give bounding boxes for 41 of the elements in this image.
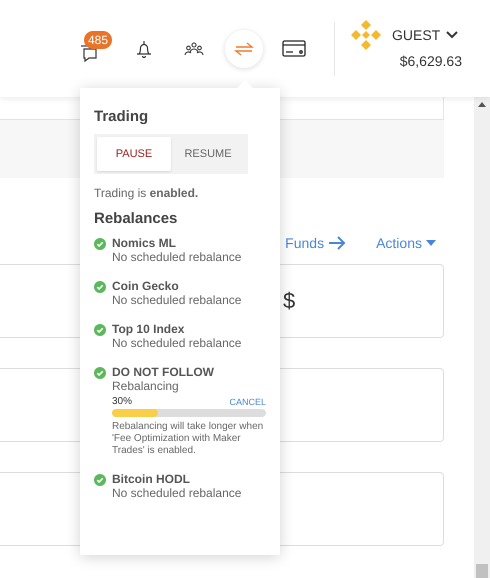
swap-icon xyxy=(234,40,254,56)
portfolio-name: Nomics ML xyxy=(112,236,178,250)
chevron-down-icon xyxy=(446,30,458,38)
check-icon xyxy=(94,324,106,336)
account-menu[interactable]: GUEST xyxy=(392,26,458,42)
portfolio-name: Top 10 Index xyxy=(112,322,186,336)
account-balance: $6,629.63 xyxy=(400,52,462,68)
pause-button[interactable]: PAUSE xyxy=(97,137,171,171)
portfolio-name: DO NOT FOLLOW xyxy=(112,365,215,379)
portfolio-name: Coin Gecko xyxy=(112,279,180,293)
progress-percent: 30% xyxy=(112,396,132,407)
resume-button[interactable]: RESUME xyxy=(171,137,245,171)
scrollbar-thumb[interactable] xyxy=(476,564,488,578)
people-icon[interactable] xyxy=(184,42,204,56)
bell-icon[interactable] xyxy=(136,38,152,58)
trading-status: Trading is enabled. xyxy=(94,186,200,200)
rebalances-title: Rebalances xyxy=(94,210,178,227)
check-icon xyxy=(94,238,106,250)
rebalance-status: No scheduled rebalance xyxy=(112,336,242,350)
portfolio-name: Bitcoin HODL xyxy=(112,472,191,486)
actions-menu[interactable]: Actions xyxy=(376,222,436,264)
funds-link[interactable]: Funds xyxy=(285,222,346,264)
card-value: $ xyxy=(283,288,296,314)
diamond-logo-icon xyxy=(350,18,382,50)
notification-badge: 485 xyxy=(84,30,112,48)
check-icon xyxy=(94,281,106,293)
rebalance-status: No scheduled rebalance xyxy=(112,250,242,264)
credit-card-icon[interactable] xyxy=(282,40,306,57)
scrollbar[interactable] xyxy=(474,97,490,578)
scroll-up-icon[interactable] xyxy=(478,101,486,107)
rebalance-note: Rebalancing will take longer when 'Fee Optimization with Maker Trades' is enabled. xyxy=(112,421,264,457)
trading-title: Trading xyxy=(94,108,150,125)
messages-button[interactable]: 485 xyxy=(80,30,112,62)
check-icon xyxy=(94,474,106,486)
rebalance-status: No scheduled rebalance xyxy=(112,486,242,500)
cancel-link[interactable]: CANCEL xyxy=(229,397,266,407)
check-icon xyxy=(94,367,106,379)
arrow-right-icon xyxy=(328,236,346,250)
caret-icon xyxy=(426,240,436,246)
rebalance-status: No scheduled rebalance xyxy=(112,293,242,307)
rebalance-status: Rebalancing xyxy=(112,379,180,393)
